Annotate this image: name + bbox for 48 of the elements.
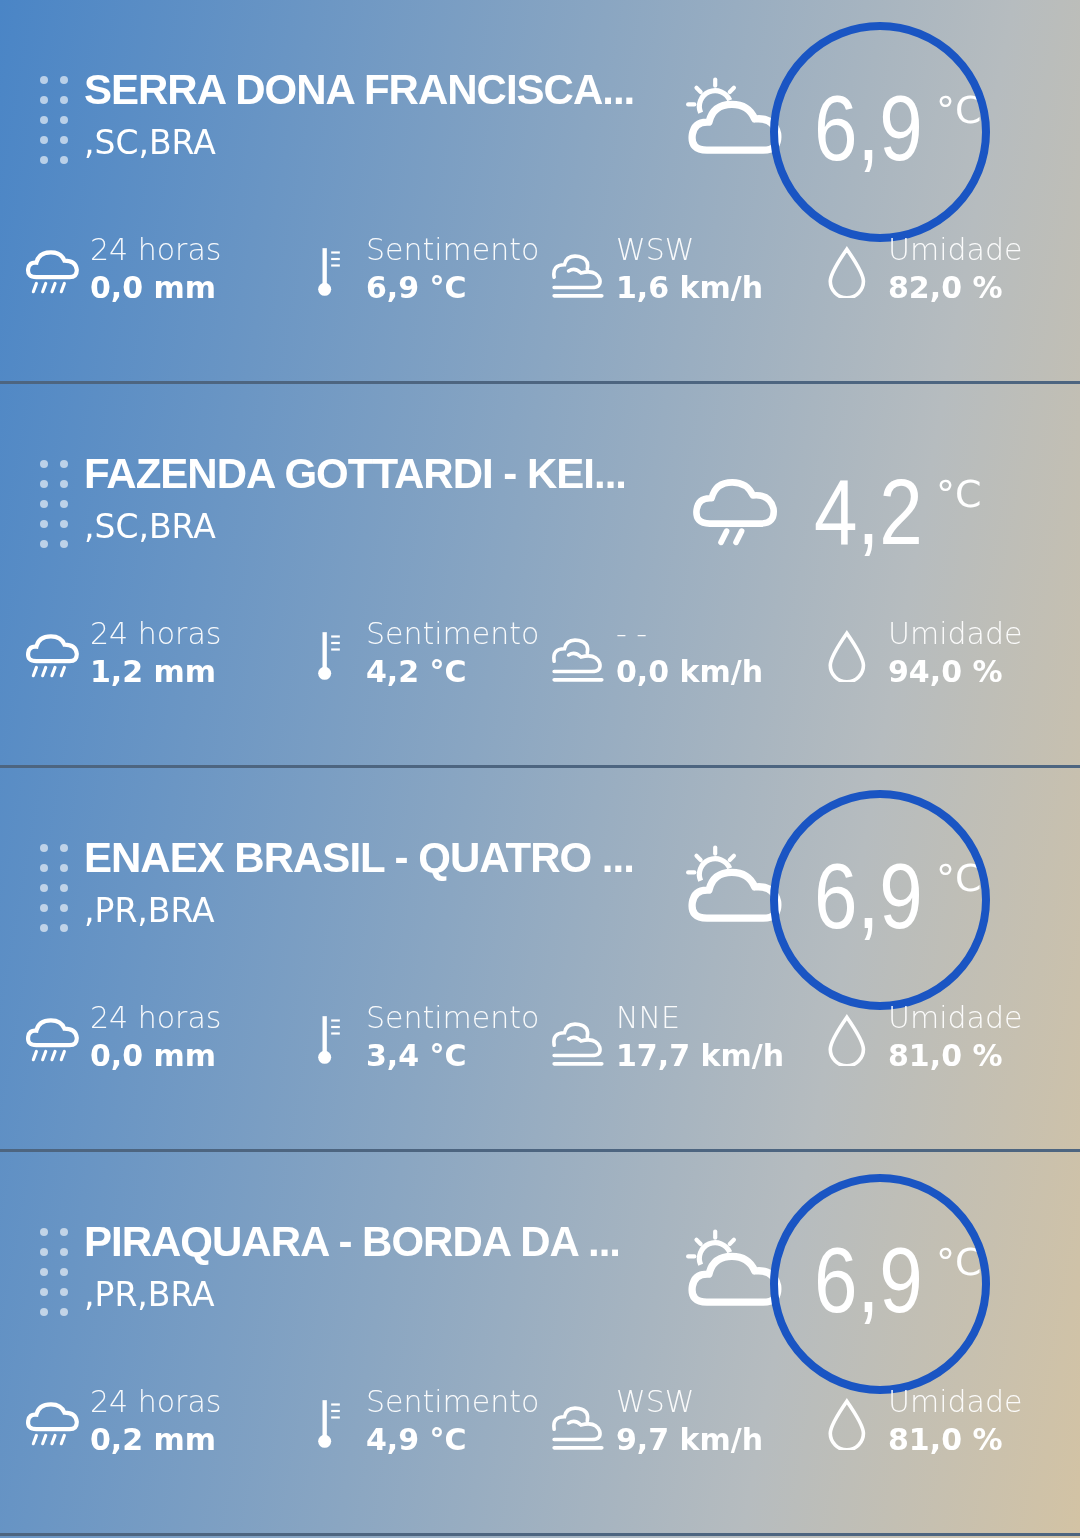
stat-label: Umidade [888,232,1023,268]
station-region: ,PR,BRA [84,890,216,930]
stat-value: 1,2 mm [90,653,218,691]
stat-value: 82,0 % [888,269,1004,307]
stat-label: Sentimento [366,1384,540,1420]
stat-label: - - [616,616,649,652]
stat-value: 4,9 °C [366,1421,468,1459]
stat-label: Umidade [888,616,1023,652]
stat-value: 0,0 mm [90,1037,218,1075]
stat-label: WSW [616,232,696,268]
stat-value: 4,2 °C [366,653,468,691]
temperature-unit: °C [935,472,982,516]
station-name: ENAEX BRASIL - QUATRO ... [84,833,634,883]
temperature-unit: °C [935,856,982,900]
stat-value: 0,2 mm [90,1421,218,1459]
stat-label: NNE [616,1000,681,1036]
stat-label: 24 horas [90,232,222,268]
stat-label: Sentimento [366,616,540,652]
stat-value: 81,0 % [888,1037,1004,1075]
station-name: PIRAQUARA - BORDA DA ... [84,1217,620,1267]
stat-value: 0,0 mm [90,269,218,307]
station-name: FAZENDA GOTTARDI - KEI... [84,449,626,499]
stat-label: 24 horas [90,1384,222,1420]
temperature: 6,9 [814,850,923,942]
stat-label: Sentimento [366,1000,540,1036]
stat-value: 94,0 % [888,653,1004,691]
temperature-unit: °C [935,1240,982,1284]
stat-value: 17,7 km/h [616,1037,784,1075]
station-region: ,SC,BRA [84,122,217,162]
stat-label: Umidade [888,1384,1023,1420]
stat-value: 81,0 % [888,1421,1004,1459]
stat-label: Sentimento [366,232,540,268]
temperature: 6,9 [814,1234,923,1326]
stat-label: 24 horas [90,1000,222,1036]
stat-value: 3,4 °C [366,1037,468,1075]
stat-value: 1,6 km/h [616,269,764,307]
stat-value: 9,7 km/h [616,1421,764,1459]
stat-value: 6,9 °C [366,269,468,307]
station-region: ,SC,BRA [84,506,217,546]
stat-label: WSW [616,1384,696,1420]
temperature: 4,2 [814,466,923,558]
station-region: ,PR,BRA [84,1274,216,1314]
stat-label: 24 horas [90,616,222,652]
stat-value: 0,0 km/h [616,653,764,691]
temperature-unit: °C [935,88,982,132]
station-name: SERRA DONA FRANCISCA... [84,65,635,115]
stat-label: Umidade [888,1000,1023,1036]
temperature: 6,9 [814,82,923,174]
